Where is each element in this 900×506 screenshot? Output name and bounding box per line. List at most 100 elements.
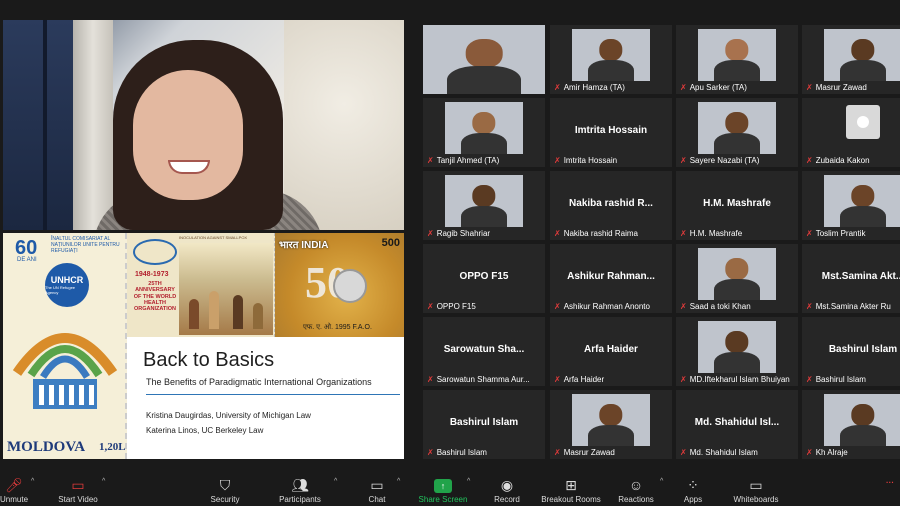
- participant-display-name: Bashirul Islam: [828, 344, 898, 355]
- participant-name-label: ✗ Arfa Haider: [554, 375, 604, 384]
- scene-figure: [233, 295, 243, 329]
- participant-tile[interactable]: Bashirul Islam ✗ Bashirul Islam: [802, 317, 900, 386]
- participant-tile[interactable]: ✗ Sayere Nazabi (TA): [676, 98, 798, 167]
- participant-tile[interactable]: ✗ Masrur Zawad: [802, 25, 900, 94]
- participant-label-text: Sayere Nazabi (TA): [689, 156, 760, 165]
- participant-label-text: H.M. Mashrafe: [689, 229, 743, 238]
- muted-mic-icon: ✗: [806, 156, 813, 165]
- participant-tile[interactable]: ✗ MD.Iftekharul Islam Bhuiyan: [676, 317, 798, 386]
- muted-mic-icon: ✗: [427, 448, 434, 457]
- breakout-rooms-button[interactable]: ⊞ Breakout Rooms: [539, 472, 603, 504]
- participant-name-label: ✗ Imtrita Hossain: [554, 156, 617, 165]
- participant-head: [725, 112, 749, 135]
- participant-video: [824, 29, 900, 81]
- participant-label-text: Tanjil Ahmed (TA): [436, 156, 500, 165]
- who-emblem: [133, 239, 177, 265]
- muted-mic-icon: ✗: [806, 448, 813, 457]
- stamp-anniversary-sub: DE ANI: [17, 257, 37, 263]
- participant-tile[interactable]: Imtrita Hossain ✗ Imtrita Hossain: [550, 98, 672, 167]
- participant-label-text: Toslim Prantik: [815, 229, 866, 238]
- participant-head: [725, 331, 749, 354]
- participant-name-label: ✗ Apu Sarker (TA): [680, 83, 747, 92]
- participant-video: [445, 175, 523, 227]
- slide-divider: [146, 394, 400, 395]
- participant-label-text: Amir Hamza (TA): [563, 83, 625, 92]
- chat-button[interactable]: ▭ Chat: [365, 472, 389, 504]
- participant-tile[interactable]: ✗ Saad a toki Khan: [676, 244, 798, 313]
- participant-tile[interactable]: Sarowatun Sha... ✗ Sarowatun Shamma Aur...: [423, 317, 545, 386]
- participant-video: [824, 394, 900, 446]
- participant-head: [599, 39, 623, 62]
- chevron-up-icon[interactable]: ^: [334, 478, 337, 485]
- participants-icon: 👥︎: [291, 477, 309, 493]
- shield-icon: ⛉: [219, 477, 231, 493]
- more-options-icon[interactable]: ···: [886, 478, 894, 487]
- participant-tile[interactable]: ✗ Apu Sarker (TA): [676, 25, 798, 94]
- breakout-rooms-label: Breakout Rooms: [541, 495, 601, 504]
- unhcr-logo-text: UNHCR: [50, 275, 84, 285]
- participant-head: [725, 258, 749, 281]
- participant-video: [423, 25, 545, 94]
- chevron-up-icon[interactable]: ^: [467, 478, 470, 485]
- chevron-up-icon[interactable]: ^: [397, 478, 400, 485]
- participant-display-name: Ashikur Rahman...: [567, 271, 655, 282]
- participant-tile[interactable]: Mst.Samina Akt... ✗ Mst.Samina Akter Ru: [802, 244, 900, 313]
- reactions-button[interactable]: ☺ Reactions: [617, 472, 655, 504]
- apps-button[interactable]: ⁘ Apps: [682, 472, 704, 504]
- participant-tile[interactable]: ✗ Zubaida Kakon: [802, 98, 900, 167]
- participants-label: Participants: [279, 495, 321, 504]
- share-screen-button[interactable]: ↑ Share Screen: [417, 472, 469, 504]
- scene-figure: [253, 303, 263, 329]
- participant-tile[interactable]: ✗ Toslim Prantik: [802, 171, 900, 240]
- participant-tile[interactable]: OPPO F15 ✗ OPPO F15: [423, 244, 545, 313]
- participant-tile[interactable]: Md. Shahidul Isl... ✗ Md. Shahidul Islam: [676, 390, 798, 459]
- record-icon: ◉: [500, 477, 514, 493]
- participant-tile[interactable]: ✗ Tanjil Ahmed (TA): [423, 98, 545, 167]
- muted-mic-icon: ✗: [427, 229, 434, 238]
- participant-tile[interactable]: Ashikur Rahman... ✗ Ashikur Rahman Anonto: [550, 244, 672, 313]
- participant-tile[interactable]: ✗ Ragib Shahriar: [423, 171, 545, 240]
- participant-shoulders: [839, 206, 887, 227]
- chat-label: Chat: [368, 495, 386, 504]
- record-button[interactable]: ◉ Record: [492, 472, 522, 504]
- participant-label-text: Sarowatun Shamma Aur...: [436, 375, 530, 384]
- muted-mic-icon: ✗: [680, 302, 687, 311]
- start-video-button[interactable]: ▭ Start Video: [54, 472, 102, 504]
- stamp-inoculation-text: INOCULATION AGAINST SMALLPOX: [179, 235, 248, 240]
- chevron-up-icon[interactable]: ^: [102, 478, 105, 485]
- participant-tile[interactable]: Bashirul Islam ✗ Bashirul Islam: [423, 390, 545, 459]
- participant-head: [851, 39, 875, 62]
- participant-shoulders: [713, 352, 761, 373]
- participant-name-label: ✗ Masrur Zawad: [554, 448, 615, 457]
- participant-name-label: ✗ Sarowatun Shamma Aur...: [427, 375, 530, 384]
- unmute-button[interactable]: 🎤︎ Unmute: [0, 472, 28, 504]
- participant-tile[interactable]: ✗ Masrur Zawad: [550, 390, 672, 459]
- muted-mic-icon: ✗: [806, 375, 813, 384]
- chevron-up-icon[interactable]: ^: [31, 478, 34, 485]
- participant-tile[interactable]: H.M. Mashrafe ✗ H.M. Mashrafe: [676, 171, 798, 240]
- participant-tile[interactable]: [423, 25, 545, 94]
- participants-button[interactable]: 👥︎ Participants: [275, 472, 325, 504]
- speaker-face: [133, 70, 243, 200]
- stamp-top-text: ÎNALTUL COMISARIAT AL NAȚIUNILOR UNITE P…: [51, 236, 120, 254]
- speaker-video[interactable]: [3, 20, 404, 230]
- fao-stamp: भारत INDIA 500 50 एफ. ए. ओ. 1995 F.A.O.: [275, 233, 404, 337]
- participant-label-text: Nakiba rashid Raima: [563, 229, 638, 238]
- participant-video: [572, 29, 650, 81]
- participant-tile[interactable]: ✗ Amir Hamza (TA): [550, 25, 672, 94]
- unhcr-stamp: 60 DE ANI ÎNALTUL COMISARIAT AL NAȚIUNIL…: [3, 233, 127, 459]
- security-button[interactable]: ⛉ Security: [206, 472, 244, 504]
- participant-shoulders: [713, 133, 761, 154]
- video-off-icon: ▭: [71, 477, 85, 493]
- participant-tile[interactable]: Nakiba rashid R... ✗ Nakiba rashid Raima: [550, 171, 672, 240]
- chevron-up-icon[interactable]: ^: [660, 478, 663, 485]
- participant-shoulders: [447, 66, 521, 94]
- participant-head: [725, 39, 749, 62]
- participant-tile[interactable]: Arfa Haider ✗ Arfa Haider: [550, 317, 672, 386]
- muted-mic-icon: ✗: [806, 302, 813, 311]
- whiteboards-button[interactable]: ▭ Whiteboards: [731, 472, 781, 504]
- participant-tile[interactable]: ✗ Kh Alraje: [802, 390, 900, 459]
- stamp-value: 500: [381, 237, 400, 249]
- muted-mic-icon: ✗: [680, 83, 687, 92]
- participant-label-text: Saad a toki Khan: [689, 302, 751, 311]
